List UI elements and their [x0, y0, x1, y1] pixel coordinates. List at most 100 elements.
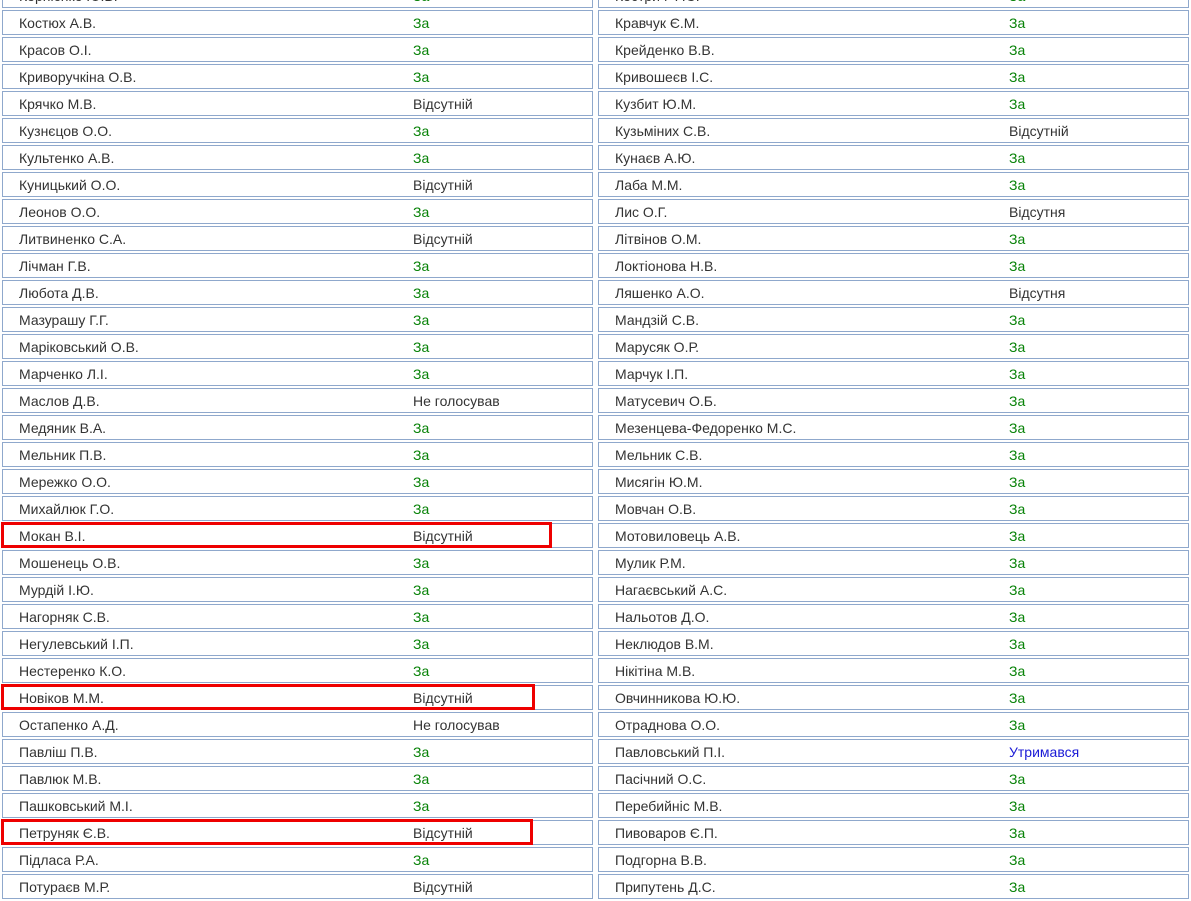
- deputy-name: Мокан В.І.: [19, 527, 86, 544]
- vote-result: За: [1009, 311, 1026, 328]
- vote-result: Відсутній: [413, 176, 473, 193]
- vote-result: За: [1009, 176, 1026, 193]
- deputy-name: Кривошеєв І.С.: [615, 68, 714, 85]
- vote-result: Відсутня: [1009, 284, 1066, 301]
- vote-row: Негулевський І.П. За: [2, 631, 593, 656]
- deputy-name: Припутень Д.С.: [615, 878, 716, 895]
- vote-result: Відсутній: [413, 878, 473, 895]
- deputy-name: Мезенцева-Федоренко М.С.: [615, 419, 797, 436]
- deputy-name: Петруняк Є.В.: [19, 824, 110, 841]
- deputy-name: Підласа Р.А.: [19, 851, 99, 868]
- deputy-name: Мережко О.О.: [19, 473, 111, 490]
- vote-row: Кунаєв А.Ю. За: [598, 145, 1189, 170]
- vote-result: За: [1009, 554, 1026, 571]
- vote-result: За: [413, 149, 430, 166]
- vote-row: Підласа Р.А. За: [2, 847, 593, 872]
- vote-row: Павловський П.І. Утримався: [598, 739, 1189, 764]
- vote-row: Мандзій С.В. За: [598, 307, 1189, 332]
- vote-result: За: [1009, 419, 1026, 436]
- vote-row: Локтіонова Н.В. За: [598, 253, 1189, 278]
- vote-row: Матусевич О.Б. За: [598, 388, 1189, 413]
- vote-row: Михайлюк Г.О. За: [2, 496, 593, 521]
- vote-row: Мисягін Ю.М. За: [598, 469, 1189, 494]
- deputy-name: Любота Д.В.: [19, 284, 99, 301]
- vote-result: Відсутня: [1009, 203, 1066, 220]
- deputy-name: Мурдій І.Ю.: [19, 581, 94, 598]
- deputy-name: Новіков М.М.: [19, 689, 104, 706]
- vote-result: За: [1009, 716, 1026, 733]
- vote-result: За: [413, 0, 429, 4]
- vote-result: Відсутній: [413, 824, 473, 841]
- vote-result: За: [1009, 581, 1026, 598]
- vote-result: За: [413, 365, 430, 382]
- vote-result: За: [1009, 68, 1026, 85]
- deputy-name: Костюх А.В.: [19, 14, 97, 31]
- vote-result: За: [1009, 95, 1026, 112]
- vote-result: За: [1009, 824, 1026, 841]
- vote-row: Корнієнко Ю.В.За: [2, 0, 593, 8]
- deputy-name: Лис О.Г.: [615, 203, 668, 220]
- vote-result: За: [1009, 473, 1026, 490]
- vote-result: За: [413, 338, 430, 355]
- deputy-name: Медяник В.А.: [19, 419, 107, 436]
- vote-result: За: [413, 554, 430, 571]
- vote-row: Пивоваров Є.П. За: [598, 820, 1189, 845]
- vote-result: Не голосував: [413, 392, 500, 409]
- vote-row: Медяник В.А. За: [2, 415, 593, 440]
- vote-row: Перебийніс М.В. За: [598, 793, 1189, 818]
- vote-result: Відсутній: [413, 527, 473, 544]
- vote-row: Мовчан О.В. За: [598, 496, 1189, 521]
- deputy-name: Леонов О.О.: [19, 203, 101, 220]
- deputy-name: Мельник С.В.: [615, 446, 703, 463]
- vote-result: За: [413, 500, 430, 517]
- vote-row: Кривошеєв І.С. За: [598, 64, 1189, 89]
- vote-result: За: [413, 446, 430, 463]
- deputy-name: Корнієнко Ю.В.: [3, 0, 413, 4]
- deputy-name: Пасічний О.С.: [615, 770, 707, 787]
- vote-result: За: [413, 770, 430, 787]
- deputy-name: Павлюк М.В.: [19, 770, 102, 787]
- deputy-name: Мандзій С.В.: [615, 311, 699, 328]
- vote-result: За: [1009, 527, 1026, 544]
- vote-row: Літвінов О.М. За: [598, 226, 1189, 251]
- deputy-name: Потураєв М.Р.: [19, 878, 111, 895]
- vote-row: Павлюк М.В. За: [2, 766, 593, 791]
- vote-row: Костюх А.В. За: [2, 10, 593, 35]
- vote-result: За: [1009, 149, 1026, 166]
- vote-result: За: [413, 14, 430, 31]
- deputy-name: Мулик Р.М.: [615, 554, 686, 571]
- deputy-name: Марусяк О.Р.: [615, 338, 700, 355]
- vote-result: За: [1009, 446, 1026, 463]
- vote-result: За: [1009, 635, 1026, 652]
- deputy-name: Куницький О.О.: [19, 176, 121, 193]
- vote-row: Овчинникова Ю.Ю. За: [598, 685, 1189, 710]
- vote-result: За: [1009, 851, 1026, 868]
- deputy-name: Марчук І.П.: [615, 365, 689, 382]
- deputy-name: Мазурашу Г.Г.: [19, 311, 109, 328]
- deputy-name: Лічман Г.В.: [19, 257, 91, 274]
- deputy-name: Нальотов Д.О.: [615, 608, 710, 625]
- vote-row: Марченко Л.І. За: [2, 361, 593, 386]
- vote-row: Мурдій І.Ю. За: [2, 577, 593, 602]
- deputy-name: Літвінов О.М.: [615, 230, 702, 247]
- vote-result: За: [1009, 14, 1026, 31]
- vote-result: За: [1009, 230, 1026, 247]
- deputy-name: Мисягін Ю.М.: [615, 473, 703, 490]
- right-vote-column: Кострич Ф.С.ЗаКравчук Є.М.ЗаКрейденко В.…: [598, 0, 1189, 901]
- deputy-name: Нагаєвський А.С.: [615, 581, 728, 598]
- vote-row: Мельник С.В. За: [598, 442, 1189, 467]
- deputy-name: Подгорна В.В.: [615, 851, 707, 868]
- vote-result: За: [413, 851, 430, 868]
- deputy-name: Кузбит Ю.М.: [615, 95, 697, 112]
- vote-row: Мошенець О.В. За: [2, 550, 593, 575]
- vote-result: За: [413, 662, 430, 679]
- deputy-name: Мовчан О.В.: [615, 500, 697, 517]
- vote-result: Відсутній: [413, 95, 473, 112]
- deputy-name: Культенко А.В.: [19, 149, 115, 166]
- vote-result: За: [1009, 797, 1026, 814]
- vote-row: Кузьміних С.В. Відсутній: [598, 118, 1189, 143]
- vote-result: Відсутній: [413, 230, 473, 247]
- vote-row: Петруняк Є.В. Відсутній: [2, 820, 593, 845]
- deputy-name: Марченко Л.І.: [19, 365, 108, 382]
- vote-result: За: [413, 581, 430, 598]
